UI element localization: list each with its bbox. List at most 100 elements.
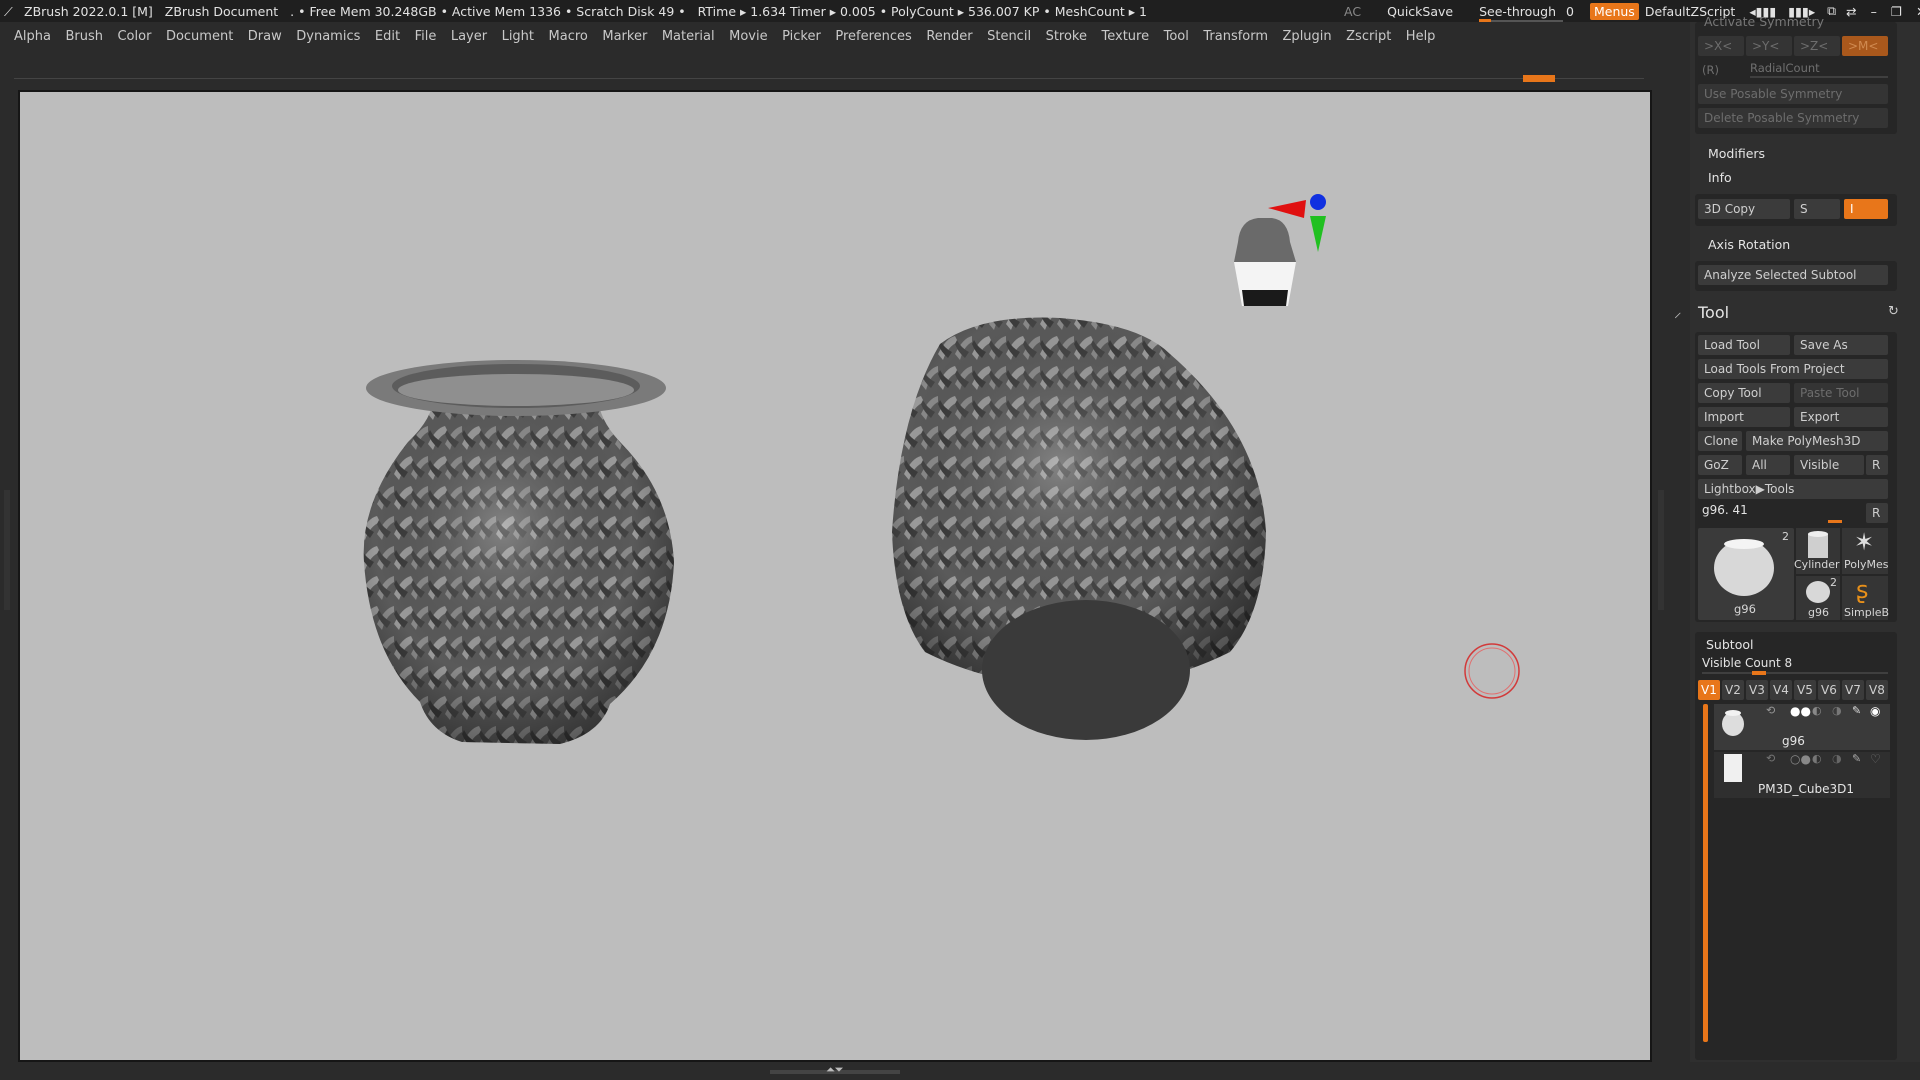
sym-m-button[interactable]: >M< bbox=[1842, 36, 1888, 56]
subtool-tab-v2[interactable]: V2 bbox=[1722, 680, 1744, 700]
ac-toggle[interactable]: AC bbox=[1344, 4, 1361, 19]
ui-swap-icon[interactable]: ⇄ bbox=[1846, 4, 1856, 19]
menu-draw[interactable]: Draw bbox=[248, 29, 282, 44]
document-canvas[interactable] bbox=[18, 90, 1652, 1062]
subtool-solo-icon[interactable]: ●● bbox=[1790, 704, 1811, 718]
menu-picker[interactable]: Picker bbox=[782, 29, 821, 44]
tool-thumb-polymesh[interactable]: ✶ PolyMes bbox=[1842, 528, 1889, 574]
subtool-tab-v5[interactable]: V5 bbox=[1794, 680, 1816, 700]
menu-file[interactable]: File bbox=[415, 29, 437, 44]
lightbox-tools-button[interactable]: Lightbox▶Tools bbox=[1698, 479, 1888, 499]
goz-r-button[interactable]: R bbox=[1866, 455, 1888, 475]
sym-y-button[interactable]: >Y< bbox=[1746, 36, 1792, 56]
palette-reset-icon[interactable]: ↻ bbox=[1888, 304, 1899, 319]
menu-alpha[interactable]: Alpha bbox=[14, 29, 51, 44]
menu-zplugin[interactable]: Zplugin bbox=[1283, 29, 1332, 44]
subtool-half-icon[interactable]: ◑ bbox=[1832, 704, 1842, 717]
clone-button[interactable]: Clone bbox=[1698, 431, 1742, 451]
subtool-visibility-eye-icon[interactable]: ♡ bbox=[1870, 752, 1881, 766]
subtool-tab-v4[interactable]: V4 bbox=[1770, 680, 1792, 700]
delete-posable-symmetry-button[interactable]: Delete Posable Symmetry bbox=[1698, 108, 1888, 128]
modifiers-header[interactable]: Modifiers bbox=[1708, 146, 1765, 161]
goz-all-button[interactable]: All bbox=[1746, 455, 1790, 475]
use-posable-symmetry-button[interactable]: Use Posable Symmetry bbox=[1698, 84, 1888, 104]
subtool-polygroup-icon[interactable]: ⟲ bbox=[1766, 752, 1775, 765]
subtool-tab-v1[interactable]: V1 bbox=[1698, 680, 1720, 700]
menu-dynamics[interactable]: Dynamics bbox=[296, 29, 360, 44]
ruler-marker[interactable] bbox=[1523, 75, 1555, 82]
copy3d-s-button[interactable]: S bbox=[1794, 199, 1840, 219]
minimize-icon[interactable]: – bbox=[1871, 4, 1877, 19]
visible-count-slider[interactable]: Visible Count 8 bbox=[1702, 656, 1792, 670]
menu-transform[interactable]: Transform bbox=[1203, 29, 1268, 44]
subtool-solo-icon[interactable]: ○● bbox=[1790, 752, 1811, 766]
gizmo-y-axis[interactable] bbox=[1310, 216, 1326, 252]
ui-layout-icon[interactable]: ⧉ bbox=[1827, 3, 1836, 19]
menu-macro[interactable]: Macro bbox=[549, 29, 588, 44]
load-tools-from-project-button[interactable]: Load Tools From Project bbox=[1698, 359, 1888, 379]
vase-model-tilted[interactable] bbox=[892, 317, 1266, 740]
subtool-mode-icon[interactable]: ◐ bbox=[1812, 752, 1822, 765]
menus-toggle[interactable]: Menus bbox=[1589, 2, 1639, 20]
goz-button[interactable]: GoZ bbox=[1698, 455, 1742, 475]
quicksave-button[interactable]: QuickSave bbox=[1387, 4, 1453, 19]
close-icon[interactable]: ✕ bbox=[1916, 4, 1920, 19]
menu-document[interactable]: Document bbox=[166, 29, 233, 44]
paste-tool-button[interactable]: Paste Tool bbox=[1794, 383, 1888, 403]
axis-rotation-header[interactable]: Axis Rotation bbox=[1708, 237, 1790, 252]
tool-thumb-simplebrush[interactable]: ʂ SimpleB bbox=[1842, 576, 1889, 620]
menu-brush[interactable]: Brush bbox=[65, 29, 103, 44]
menu-edit[interactable]: Edit bbox=[375, 29, 400, 44]
subtool-polygroup-icon[interactable]: ⟲ bbox=[1766, 704, 1775, 717]
tool-thumb-main[interactable]: 2 g96 bbox=[1698, 528, 1794, 620]
tool-thumb-cylinder[interactable]: Cylinder bbox=[1794, 528, 1840, 574]
right-tray-handle[interactable] bbox=[1658, 490, 1664, 610]
subtool-header[interactable]: Subtool bbox=[1706, 637, 1753, 652]
copy-tool-button[interactable]: Copy Tool bbox=[1698, 383, 1790, 403]
info-header[interactable]: Info bbox=[1708, 170, 1732, 185]
sym-z-button[interactable]: >Z< bbox=[1794, 36, 1840, 56]
subtool-brush-icon[interactable]: ✎ bbox=[1852, 752, 1861, 765]
subtool-row-g96[interactable]: ⟲ ●● ◐ ◑ ✎ ◉ g96 bbox=[1714, 704, 1890, 750]
menu-light[interactable]: Light bbox=[502, 29, 534, 44]
radial-r-label[interactable]: (R) bbox=[1702, 63, 1719, 77]
menu-stroke[interactable]: Stroke bbox=[1046, 29, 1087, 44]
gizmo-z-axis[interactable] bbox=[1310, 194, 1326, 210]
menu-preferences[interactable]: Preferences bbox=[835, 29, 911, 44]
subtool-tab-v3[interactable]: V3 bbox=[1746, 680, 1768, 700]
subtool-row-pm3d-cube[interactable]: ⟲ ○● ◐ ◑ ✎ ♡ PM3D_Cube3D1 bbox=[1714, 752, 1890, 798]
subtool-tab-v7[interactable]: V7 bbox=[1842, 680, 1864, 700]
subtool-tab-v6[interactable]: V6 bbox=[1818, 680, 1840, 700]
menu-color[interactable]: Color bbox=[117, 29, 151, 44]
current-tool-slider[interactable]: g96. 41 bbox=[1702, 503, 1748, 517]
sym-x-button[interactable]: >X< bbox=[1698, 36, 1744, 56]
copy3d-button[interactable]: 3D Copy bbox=[1698, 199, 1790, 219]
bottom-tray-arrow-icon[interactable]: ⏶⏷ bbox=[826, 1063, 844, 1077]
menu-movie[interactable]: Movie bbox=[729, 29, 767, 44]
load-tool-button[interactable]: Load Tool bbox=[1698, 335, 1790, 355]
subtool-tab-v8[interactable]: V8 bbox=[1866, 680, 1888, 700]
menu-marker[interactable]: Marker bbox=[602, 29, 647, 44]
copy3d-i-button[interactable]: I bbox=[1844, 199, 1888, 219]
subtool-brush-icon[interactable]: ✎ bbox=[1852, 704, 1861, 717]
menu-stencil[interactable]: Stencil bbox=[987, 29, 1031, 44]
restore-icon[interactable]: ❐ bbox=[1891, 4, 1902, 19]
export-button[interactable]: Export bbox=[1794, 407, 1888, 427]
menu-tool[interactable]: Tool bbox=[1164, 29, 1189, 44]
menu-zscript[interactable]: Zscript bbox=[1346, 29, 1391, 44]
current-tool-r-button[interactable]: R bbox=[1866, 503, 1888, 523]
radial-count-slider[interactable]: RadialCount bbox=[1750, 61, 1820, 75]
activate-symmetry-label[interactable]: Activate Symmetry bbox=[1704, 14, 1824, 29]
import-button[interactable]: Import bbox=[1698, 407, 1790, 427]
see-through-slider[interactable]: See-through 0 bbox=[1479, 4, 1574, 23]
subtool-half-icon[interactable]: ◑ bbox=[1832, 752, 1842, 765]
make-polymesh3d-button[interactable]: Make PolyMesh3D bbox=[1746, 431, 1888, 451]
save-as-button[interactable]: Save As bbox=[1794, 335, 1888, 355]
top-shelf-ruler[interactable] bbox=[14, 72, 1644, 82]
left-tray-handle[interactable] bbox=[4, 490, 10, 610]
subtool-mode-icon[interactable]: ◐ bbox=[1812, 704, 1822, 717]
navigation-gizmo[interactable] bbox=[1234, 194, 1326, 306]
menu-help[interactable]: Help bbox=[1406, 29, 1436, 44]
tool-palette-title[interactable]: Tool bbox=[1698, 303, 1729, 322]
tool-thumb-g96[interactable]: 2 g96 bbox=[1796, 576, 1840, 620]
